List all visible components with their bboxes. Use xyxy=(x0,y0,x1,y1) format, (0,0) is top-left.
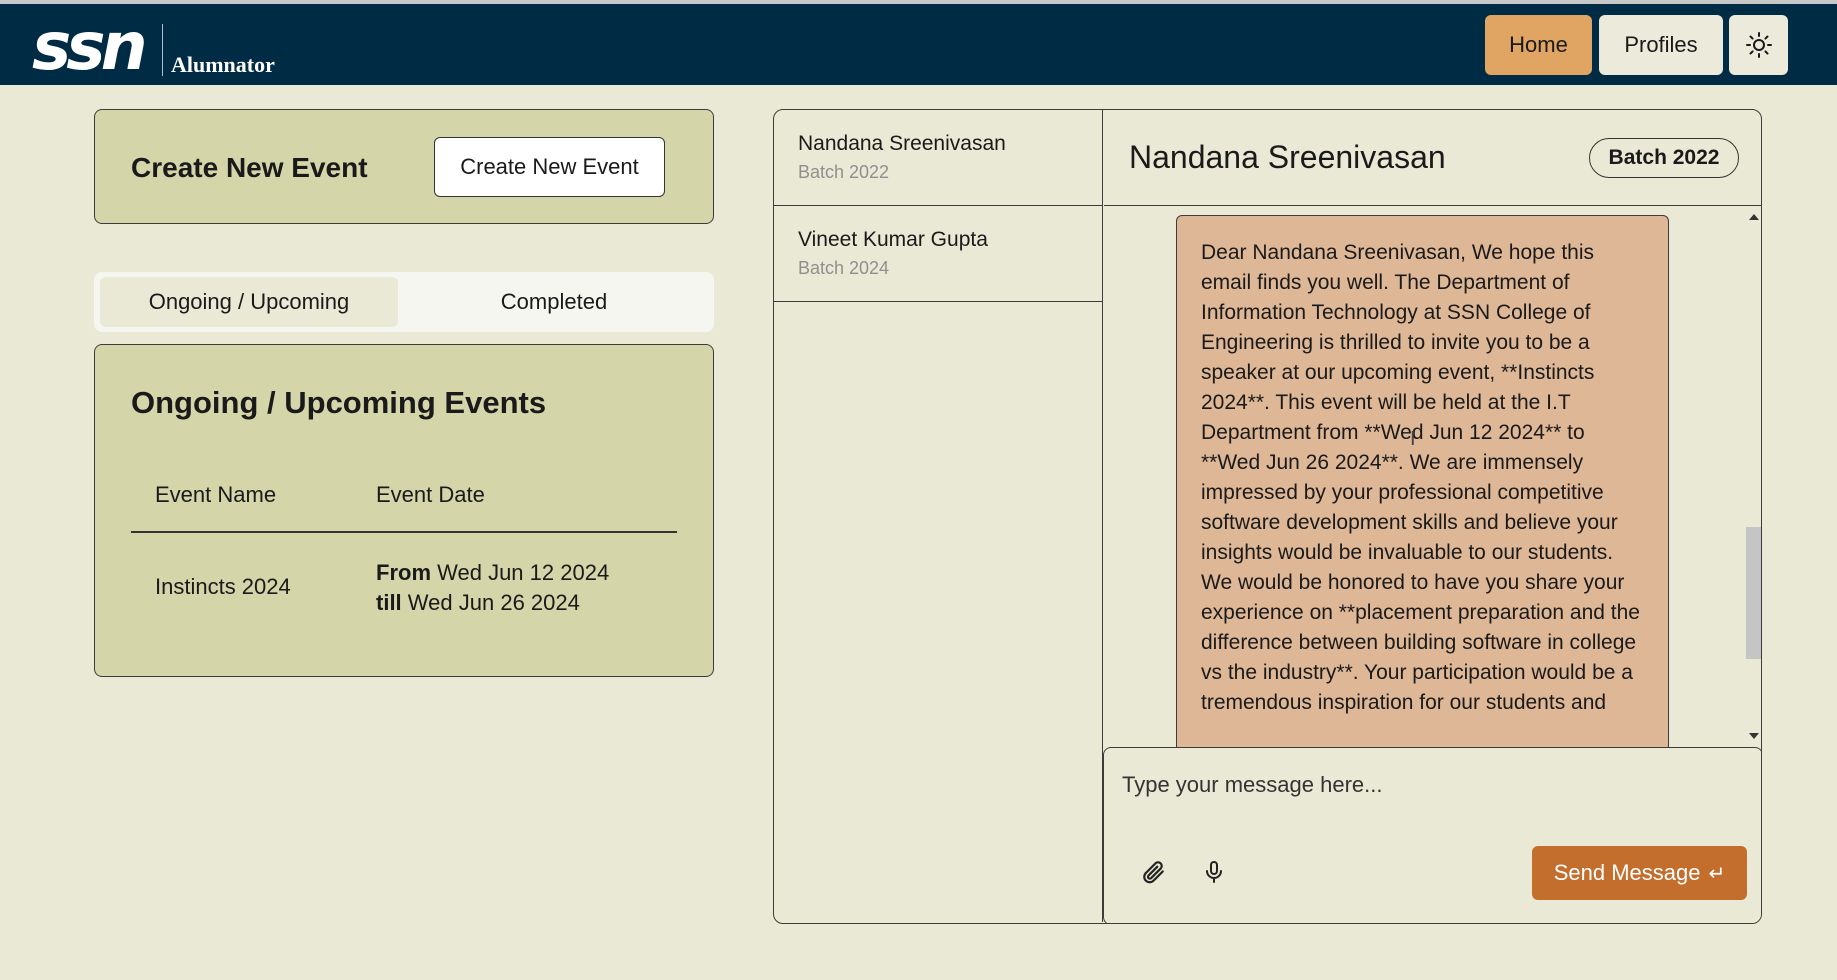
tab-completed[interactable]: Completed xyxy=(400,277,708,327)
from-label: From xyxy=(376,560,431,585)
create-event-card: Create New Event Create New Event xyxy=(94,109,714,224)
logo-mark: ssn xyxy=(32,8,148,85)
message-bubble: Dear Nandana Sreenivasan, We hope this e… xyxy=(1176,215,1669,747)
scroll-thumb[interactable] xyxy=(1746,527,1761,659)
theme-toggle-button[interactable] xyxy=(1729,15,1788,75)
chat-recipient-name: Nandana Sreenivasan xyxy=(1129,139,1446,175)
contact-item[interactable]: Nandana Sreenivasan Batch 2022 xyxy=(774,110,1103,206)
contact-batch: Batch 2024 xyxy=(798,258,890,278)
messaging-panel: Nandana Sreenivasan Batch 2022 Vineet Ku… xyxy=(773,109,1762,924)
chat-header: Nandana Sreenivasan Batch 2022 xyxy=(1104,110,1761,206)
message-composer: Send Message ↵ xyxy=(1103,747,1761,923)
message-input[interactable] xyxy=(1122,760,1742,810)
create-event-title: Create New Event xyxy=(131,152,368,183)
contact-name: Nandana Sreenivasan xyxy=(798,132,1006,155)
column-header-event-date: Event Date xyxy=(376,482,485,507)
contact-item[interactable]: Vineet Kumar Gupta Batch 2024 xyxy=(774,206,1103,302)
event-name-cell: Instincts 2024 xyxy=(155,574,291,599)
column-header-event-name: Event Name xyxy=(155,482,277,507)
events-panel-title: Ongoing / Upcoming Events xyxy=(131,385,547,420)
voice-input-button[interactable] xyxy=(1198,856,1230,888)
send-message-label: Send Message xyxy=(1553,860,1701,885)
till-date: Wed Jun 26 2024 xyxy=(407,590,580,615)
message-thread[interactable]: Dear Nandana Sreenivasan, We hope this e… xyxy=(1104,207,1761,747)
profiles-button[interactable]: Profiles xyxy=(1599,15,1723,75)
event-date-cell: From Wed Jun 12 2024 till Wed Jun 26 202… xyxy=(376,558,609,618)
attach-button[interactable] xyxy=(1137,856,1169,888)
event-tabs: Ongoing / Upcoming Completed xyxy=(94,272,714,332)
sun-icon xyxy=(1745,32,1772,58)
create-event-button[interactable]: Create New Event xyxy=(434,137,665,197)
contact-name: Vineet Kumar Gupta xyxy=(798,228,988,251)
contact-list: Nandana Sreenivasan Batch 2022 Vineet Ku… xyxy=(774,110,1103,922)
paperclip-icon xyxy=(1143,861,1164,884)
contact-batch: Batch 2022 xyxy=(798,162,890,182)
from-date: Wed Jun 12 2024 xyxy=(437,560,610,585)
logo-divider xyxy=(162,24,163,76)
message-scrollbar[interactable] xyxy=(1745,207,1761,747)
logo-text: Alumnator xyxy=(171,52,275,77)
microphone-icon xyxy=(1206,861,1222,883)
scroll-down-arrow-icon[interactable] xyxy=(1749,733,1759,739)
event-date-from: From Wed Jun 12 2024 xyxy=(376,558,609,588)
enter-icon: ↵ xyxy=(1708,862,1726,885)
text-cursor-icon: I xyxy=(1410,428,1416,450)
events-panel: Ongoing / Upcoming Events Event Name Eve… xyxy=(94,344,714,677)
tab-ongoing-upcoming[interactable]: Ongoing / Upcoming xyxy=(100,277,398,327)
batch-badge: Batch 2022 xyxy=(1589,138,1739,178)
navbar: ssn Alumnator Home Profiles xyxy=(0,4,1837,85)
table-header-divider xyxy=(131,531,677,533)
event-date-till: till Wed Jun 26 2024 xyxy=(376,588,609,618)
scroll-up-arrow-icon[interactable] xyxy=(1749,214,1759,220)
send-message-button[interactable]: Send Message ↵ xyxy=(1532,846,1747,900)
home-button[interactable]: Home xyxy=(1485,15,1592,75)
till-label: till xyxy=(376,590,402,615)
logo[interactable]: ssn Alumnator xyxy=(32,14,292,84)
